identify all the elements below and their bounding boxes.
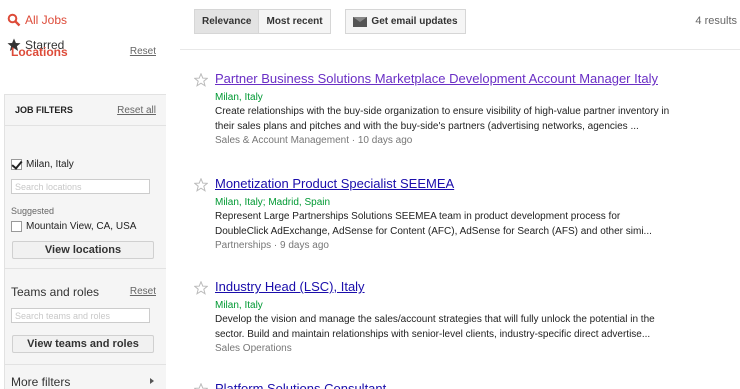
location-option-milan[interactable]: Milan, Italy bbox=[11, 159, 74, 170]
search-icon bbox=[7, 13, 21, 27]
email-updates-button[interactable]: Get email updates bbox=[345, 9, 466, 34]
job-location: Milan, Italy bbox=[215, 92, 263, 103]
job-description-line: Create relationships with the buy-side o… bbox=[215, 106, 670, 117]
teams-roles-title: Teams and roles bbox=[11, 285, 100, 299]
search-teams-input[interactable] bbox=[11, 308, 150, 323]
divider bbox=[4, 268, 166, 269]
search-locations-input[interactable] bbox=[11, 179, 150, 194]
star-outline-icon[interactable] bbox=[194, 178, 208, 192]
more-filters-label[interactable]: More filters bbox=[11, 375, 70, 389]
checkbox-checked[interactable] bbox=[11, 159, 22, 170]
teams-roles-reset-link[interactable]: Reset bbox=[130, 286, 156, 297]
sort-toggle: Relevance Most recent bbox=[194, 9, 331, 34]
job-meta: Partnerships · 9 days ago bbox=[215, 240, 329, 251]
job-title-link[interactable]: Industry Head (LSC), Italy bbox=[215, 279, 365, 294]
chevron-right-icon[interactable] bbox=[150, 378, 154, 384]
checkbox-unchecked[interactable] bbox=[11, 221, 22, 232]
results-count: 4 results bbox=[695, 15, 737, 27]
left-column: All Jobs Starred JOB FILTERS Reset all L… bbox=[0, 0, 166, 389]
job-description-line: Represent Large Partnerships Solutions S… bbox=[215, 211, 621, 222]
job-location: Milan, Italy bbox=[215, 300, 263, 311]
job-title-link[interactable]: Monetization Product Specialist SEEMEA bbox=[215, 176, 454, 191]
job-description-line: sector. Build and maintain relationships… bbox=[215, 329, 651, 340]
locations-title: Locations bbox=[11, 45, 68, 59]
job-description: Create relationships with the buy-side o… bbox=[215, 104, 725, 134]
location-option-label: Mountain View, CA, USA bbox=[26, 221, 137, 232]
view-locations-button[interactable]: View locations bbox=[12, 241, 154, 259]
results-toolbar: Relevance Most recent Get email updates … bbox=[180, 0, 740, 50]
job-title-link[interactable]: Platform Solutions Consultant bbox=[215, 381, 386, 389]
job-description-line: Develop the vision and manage the sales/… bbox=[215, 314, 655, 325]
job-description-line: DoubleClick AdExchange, AdSense for Cont… bbox=[215, 226, 652, 237]
job-description: Represent Large Partnerships Solutions S… bbox=[215, 209, 725, 239]
envelope-icon bbox=[353, 16, 368, 27]
job-filters-header: JOB FILTERS Reset all bbox=[5, 95, 166, 126]
reset-all-link[interactable]: Reset all bbox=[117, 105, 156, 116]
star-outline-icon[interactable] bbox=[194, 73, 208, 87]
nav-all-jobs[interactable]: All Jobs bbox=[7, 13, 67, 27]
divider bbox=[4, 364, 166, 365]
suggested-label: Suggested bbox=[11, 206, 55, 216]
location-option-mountain-view[interactable]: Mountain View, CA, USA bbox=[11, 221, 136, 232]
job-filters-title: JOB FILTERS bbox=[15, 105, 73, 115]
nav-all-jobs-label: All Jobs bbox=[25, 13, 68, 27]
email-updates-label: Get email updates bbox=[371, 16, 458, 27]
locations-reset-link[interactable]: Reset bbox=[130, 46, 156, 57]
sort-recent-button[interactable]: Most recent bbox=[259, 10, 330, 33]
job-meta: Sales Operations bbox=[215, 343, 292, 354]
sort-relevance-button[interactable]: Relevance bbox=[195, 10, 260, 33]
star-outline-icon[interactable] bbox=[194, 383, 208, 389]
job-description: Develop the vision and manage the sales/… bbox=[215, 312, 725, 342]
location-option-label: Milan, Italy bbox=[26, 159, 74, 170]
star-outline-icon[interactable] bbox=[194, 281, 208, 295]
view-teams-roles-button[interactable]: View teams and roles bbox=[12, 335, 154, 353]
job-title-link[interactable]: Partner Business Solutions Marketplace D… bbox=[215, 71, 658, 86]
page: All Jobs Starred JOB FILTERS Reset all L… bbox=[0, 0, 740, 389]
job-description-line: their sales plans and pitches and with t… bbox=[215, 121, 639, 132]
job-meta: Sales & Account Management · 10 days ago bbox=[215, 135, 413, 146]
job-location: Milan, Italy; Madrid, Spain bbox=[215, 197, 331, 208]
